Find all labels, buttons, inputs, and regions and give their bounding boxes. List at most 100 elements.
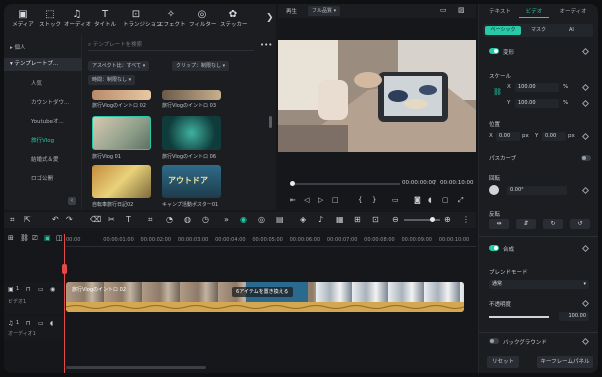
rotate-input[interactable]: 0.00° bbox=[507, 186, 567, 195]
template-thumb[interactable] bbox=[162, 116, 221, 150]
step-back-icon[interactable]: ◁ bbox=[304, 196, 309, 204]
nav-wedding[interactable]: 結婚式＆愛 bbox=[4, 154, 82, 167]
stop-icon[interactable]: □ bbox=[332, 196, 339, 204]
keyframe-diamond-icon[interactable] bbox=[581, 337, 590, 346]
background-toggle[interactable] bbox=[489, 338, 499, 344]
undo-icon[interactable]: ↶ bbox=[52, 215, 59, 225]
more-options-icon[interactable]: ••• bbox=[260, 41, 272, 49]
flip-horizontal-icon[interactable]: ⇹ bbox=[489, 219, 509, 229]
hide-track-icon[interactable]: ◫ bbox=[56, 234, 63, 242]
keyframe-diamond-icon[interactable] bbox=[581, 47, 590, 56]
timeline-clip[interactable]: 旅行Vlogのイントロ 02 6アイテムを置き換える bbox=[66, 282, 464, 312]
template-scrollbar[interactable] bbox=[269, 116, 272, 128]
redo-icon[interactable]: ↷ bbox=[66, 215, 73, 225]
audio-mix-icon[interactable]: ▤ bbox=[276, 215, 284, 225]
monitor-icon[interactable]: ▭ bbox=[440, 6, 447, 14]
playhead-handle[interactable] bbox=[62, 264, 67, 274]
playhead[interactable] bbox=[64, 234, 65, 373]
subtab-mask[interactable]: マスク bbox=[531, 26, 546, 35]
snapshot-icon[interactable]: ▨ bbox=[458, 6, 465, 14]
tab-text[interactable]: テキスト bbox=[483, 6, 517, 18]
text-tool-icon[interactable]: T bbox=[126, 215, 131, 225]
camera-icon[interactable]: ◙ bbox=[414, 196, 421, 204]
keyframe-diamond-icon[interactable] bbox=[581, 244, 590, 253]
folder-icon[interactable]: ▭ bbox=[38, 286, 44, 293]
clip-filter[interactable]: クリップ：制限なし ▾ bbox=[172, 61, 230, 71]
voice-icon[interactable]: ▦ bbox=[336, 215, 344, 225]
opacity-input[interactable]: 100.00 bbox=[559, 312, 589, 321]
duration-filter[interactable]: 時間：制限なし ▾ bbox=[88, 75, 136, 85]
nav-youtube[interactable]: Youtubeオ... bbox=[4, 116, 82, 129]
rotate-right-icon[interactable]: ↻ bbox=[543, 219, 563, 229]
pos-y-input[interactable]: 0.00 bbox=[542, 132, 566, 141]
blend-mode-select[interactable]: 通常 ▾ bbox=[489, 280, 589, 289]
mic-icon[interactable]: ♪ bbox=[318, 215, 323, 225]
mute-all-icon[interactable]: ⎚ bbox=[32, 234, 38, 243]
folder-icon[interactable]: ▭ bbox=[38, 320, 44, 327]
snap-icon[interactable]: ⊞ bbox=[354, 215, 361, 225]
render-preview-icon[interactable]: ◎ bbox=[258, 215, 265, 225]
replace-items-badge[interactable]: 6アイテムを置き換える bbox=[232, 287, 293, 297]
transform-toggle[interactable] bbox=[489, 48, 499, 54]
mark-out-icon[interactable]: } bbox=[372, 196, 376, 204]
select-tool-icon[interactable]: ⇱ bbox=[24, 215, 31, 225]
timeline-settings-icon[interactable]: ⋮ bbox=[462, 215, 470, 225]
aspect-ratio-filter[interactable]: アスペクト比：すべて ▾ bbox=[88, 61, 150, 71]
nav-template-presets[interactable]: ▾ テンプレートプ... bbox=[4, 58, 82, 71]
tab-video[interactable]: ビデオ bbox=[519, 6, 549, 18]
nav-popular[interactable]: 人気 bbox=[4, 78, 82, 91]
tab-audio[interactable]: オーディオ bbox=[553, 6, 593, 18]
link-track-icon[interactable]: ⛓ bbox=[20, 234, 29, 242]
rotate-dial[interactable] bbox=[489, 185, 499, 195]
nav-personal[interactable]: ▸ 個人 bbox=[4, 42, 82, 55]
pos-x-input[interactable]: 0.00 bbox=[496, 132, 520, 141]
rotate-left-icon[interactable]: ↺ bbox=[570, 219, 590, 229]
keyframe-diamond-icon[interactable] bbox=[581, 132, 590, 141]
color-icon[interactable]: ◍ bbox=[184, 215, 191, 225]
opacity-slider[interactable] bbox=[489, 316, 549, 318]
template-thumb[interactable]: アウトドア bbox=[162, 165, 221, 198]
more-tools-icon[interactable]: » bbox=[224, 215, 229, 225]
lock-icon[interactable]: ⊓ bbox=[26, 286, 31, 293]
toolbar-stock[interactable]: ⬚ ストック bbox=[37, 8, 63, 32]
timer-icon[interactable]: ◷ bbox=[202, 215, 209, 225]
mark-in-icon[interactable]: { bbox=[358, 196, 362, 204]
zoom-knob[interactable] bbox=[430, 217, 435, 222]
scale-y-input[interactable]: 100.00 bbox=[515, 99, 559, 108]
toolbar-title[interactable]: T タイトル bbox=[92, 8, 118, 32]
nav-travel-vlog[interactable]: 旅行Vlog bbox=[4, 135, 82, 148]
collapse-left-icon[interactable]: ‹ bbox=[68, 197, 76, 205]
eye-icon[interactable]: ◉ bbox=[50, 286, 55, 293]
composite-toggle[interactable] bbox=[489, 245, 499, 251]
zoom-out-icon[interactable]: ⊖ bbox=[392, 215, 399, 225]
play-icon[interactable]: ▷ bbox=[318, 196, 323, 204]
render-icon[interactable]: ▭ bbox=[392, 196, 399, 204]
delete-icon[interactable]: ⌫ bbox=[90, 215, 101, 225]
crop-icon[interactable]: ⌗ bbox=[148, 215, 153, 225]
scale-x-input[interactable]: 100.00 bbox=[515, 83, 559, 92]
zoom-in-icon[interactable]: ⊕ bbox=[444, 215, 451, 225]
speed-icon[interactable]: ◔ bbox=[166, 215, 173, 225]
toolbar-transition[interactable]: ⊡ トランジション bbox=[123, 8, 162, 32]
auto-ripple-icon[interactable]: ▣ bbox=[44, 234, 51, 242]
timeline-scrollbar[interactable] bbox=[66, 366, 206, 369]
fullscreen-icon[interactable]: ⤢ bbox=[458, 196, 464, 205]
toolbar-media[interactable]: ▣ メディア bbox=[10, 8, 36, 32]
grid-icon[interactable]: ⌗ bbox=[10, 215, 15, 225]
playhead-knob[interactable] bbox=[290, 181, 295, 186]
subtab-ai[interactable]: AI bbox=[569, 26, 574, 35]
playback-progress[interactable] bbox=[290, 181, 400, 186]
prev-frame-icon[interactable]: ⇤ bbox=[290, 196, 296, 204]
cut-icon[interactable]: ✂ bbox=[108, 215, 115, 225]
subtab-basic[interactable]: ベーシック bbox=[485, 26, 521, 35]
display-icon[interactable]: ▢ bbox=[442, 196, 449, 204]
keyframe-diamond-icon[interactable] bbox=[581, 83, 590, 92]
zoom-slider[interactable] bbox=[404, 217, 440, 222]
reset-button[interactable]: リセット bbox=[487, 356, 519, 368]
ai-tool-icon[interactable]: ◉ bbox=[240, 215, 247, 225]
nav-logo-reveal[interactable]: ロゴ公開 bbox=[4, 173, 82, 186]
chevron-right-icon[interactable]: ❯ bbox=[266, 13, 274, 23]
lock-icon[interactable]: ⊓ bbox=[26, 320, 31, 327]
speaker-icon[interactable]: ◖ bbox=[50, 320, 53, 327]
toolbar-effect[interactable]: ✧ エフェクト bbox=[158, 8, 186, 32]
